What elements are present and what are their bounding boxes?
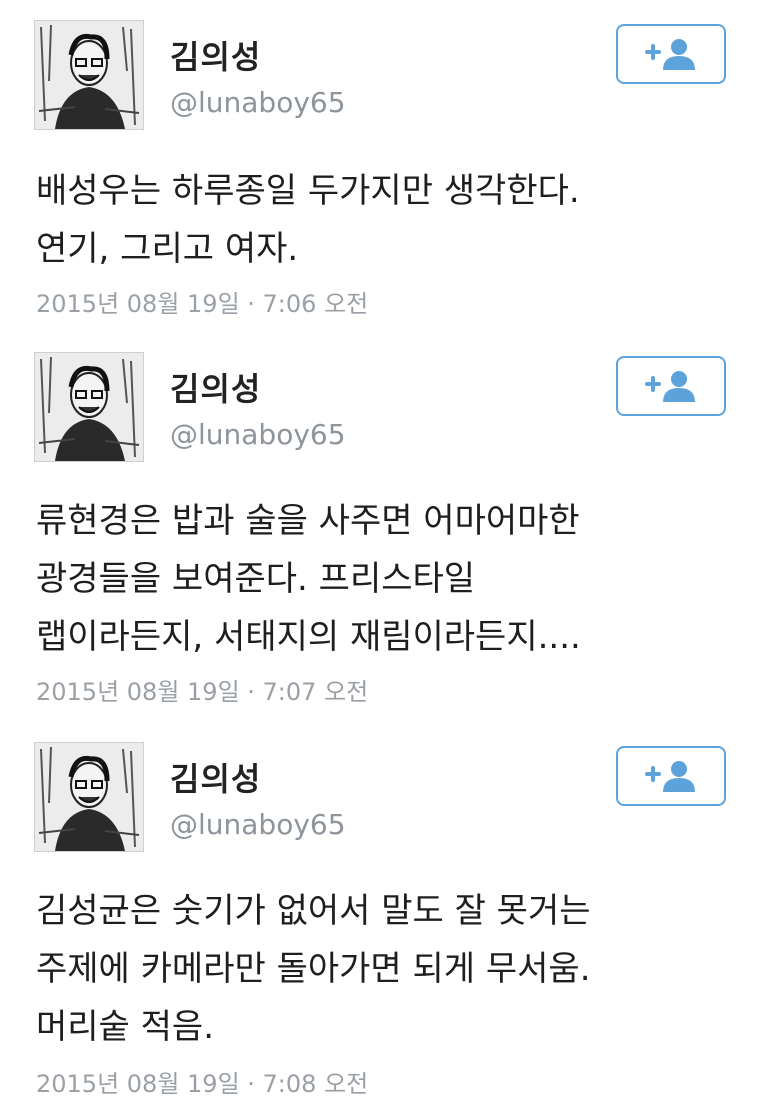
tweet-text-line: 연기, 그리고 여자. [36,229,299,269]
avatar[interactable] [34,20,144,130]
add-user-icon [645,39,695,70]
add-user-icon [645,371,695,402]
tweet-text-line: 류현경은 밥과 술을 사주면 어마어마한 [36,501,580,541]
user-handle[interactable]: @lunaboy65 [170,418,346,451]
display-name[interactable]: 김의성 [170,754,261,800]
user-handle[interactable]: @lunaboy65 [170,808,346,841]
follow-button[interactable] [616,746,726,806]
tweet-text-line: 광경들을 보여준다. 프리스타일 [36,559,476,599]
avatar[interactable] [34,352,144,462]
tweet-text-line: 머리숱 적음. [36,1007,215,1047]
avatar-sketch-icon [35,21,143,129]
tweet-text-line: 주제에 카메라만 돌아가면 되게 무서움. [36,949,591,989]
display-name[interactable]: 김의성 [170,32,261,78]
avatar-sketch-icon [35,353,143,461]
timestamp[interactable]: 2015년 08월 19일 · 7:07 오전 [36,672,368,707]
tweet-text-line: 배성우는 하루종일 두가지만 생각한다. [36,171,580,211]
user-handle[interactable]: @lunaboy65 [170,86,346,119]
timestamp[interactable]: 2015년 08월 19일 · 7:06 오전 [36,284,368,319]
follow-button[interactable] [616,24,726,84]
tweet-text: 류현경은 밥과 술을 사주면 어마어마한 광경들을 보여준다. 프리스타일 랩이… [36,492,736,666]
display-name[interactable]: 김의성 [170,364,261,410]
timestamp[interactable]: 2015년 08월 19일 · 7:08 오전 [36,1064,368,1099]
add-user-icon [645,761,695,792]
follow-button[interactable] [616,356,726,416]
tweet-text: 김성균은 숫기가 없어서 말도 잘 못거는 주제에 카메라만 돌아가면 되게 무… [36,882,736,1056]
tweet-text-line: 랩이라든지, 서태지의 재림이라든지.... [36,617,581,657]
avatar-sketch-icon [35,743,143,851]
avatar[interactable] [34,742,144,852]
tweet-text-line: 김성균은 숫기가 없어서 말도 잘 못거는 [36,891,591,931]
tweet-text: 배성우는 하루종일 두가지만 생각한다. 연기, 그리고 여자. [36,162,736,278]
